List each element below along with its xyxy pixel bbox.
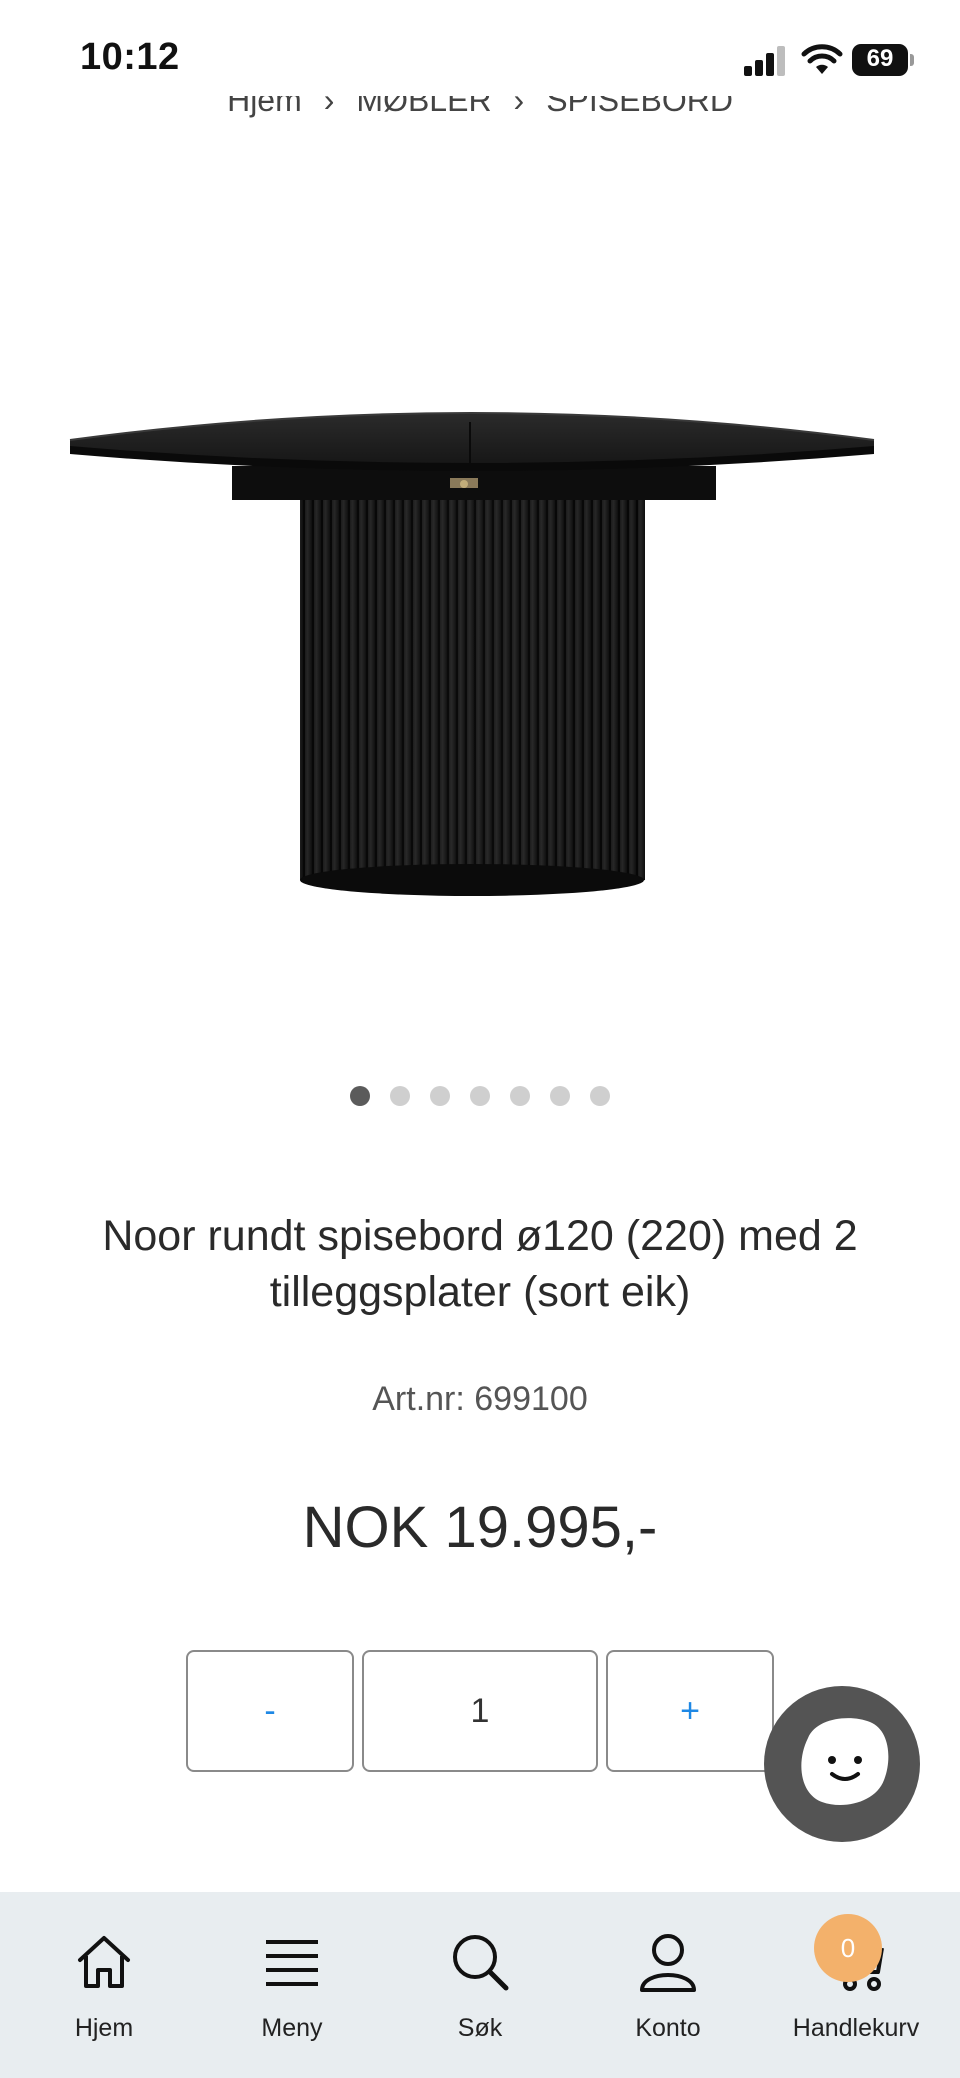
carousel-dot[interactable] [430,1086,450,1106]
status-time: 10:12 [80,36,180,78]
carousel-dot[interactable] [590,1086,610,1106]
chat-smiley-icon [801,1718,889,1806]
bottom-navigation: Hjem Meny Søk Konto Handlekurv [0,1892,960,2078]
breadcrumb: Hjem › MØBLER › SPISEBORD [0,96,960,132]
chevron-right-icon: › [323,96,335,118]
carousel-dot[interactable] [550,1086,570,1106]
nav-label-search: Søk [457,2014,503,2042]
nav-label-account: Konto [635,2014,701,2042]
carousel-dot[interactable] [470,1086,490,1106]
product-title-line-1: Noor rundt spisebord ø120 (220) med 2 [102,1212,858,1260]
product-title: Noor rundt spisebord ø120 (220) med 2 ti… [60,1208,900,1320]
nav-item-search[interactable]: Søk [384,1892,576,2078]
quantity-decrease-button[interactable]: - [186,1650,354,1772]
carousel-dot[interactable] [510,1086,530,1106]
breadcrumb-subcategory[interactable]: SPISEBORD [546,96,733,119]
search-icon [453,1935,509,1991]
cellular-signal-icon [744,46,788,76]
user-icon [640,1934,696,1992]
image-carousel-dots [0,1086,960,1110]
product-price: NOK 19.995,- [302,1495,658,1560]
breadcrumb-home[interactable]: Hjem [227,96,302,119]
product-title-line-2: tilleggsplater (sort eik) [269,1268,691,1316]
product-sku: Art.nr: 699100 [372,1380,588,1418]
product-image[interactable] [60,400,880,920]
wifi-icon [800,42,844,76]
chevron-right-icon: › [513,96,525,118]
quantity-increase-button[interactable]: + [606,1650,774,1772]
nav-label-home: Hjem [74,2014,134,2042]
nav-item-home[interactable]: Hjem [8,1892,200,2078]
battery-level: 69 [866,45,894,72]
nav-label-cart: Handlekurv [792,2014,920,2042]
nav-item-menu[interactable]: Meny [196,1892,388,2078]
quantity-input[interactable]: 1 [362,1650,598,1772]
breadcrumb-category[interactable]: MØBLER [356,96,491,119]
chat-button[interactable] [764,1686,920,1842]
carousel-dot[interactable] [350,1086,370,1106]
product-page: 10:12 69 Hjem › MØBLER › SPISEBORD Noor … [0,0,960,2078]
cart-count-badge: 0 [814,1914,882,1982]
menu-icon [266,1940,318,1986]
nav-item-account[interactable]: Konto [572,1892,764,2078]
nav-label-menu: Meny [261,2014,323,2042]
carousel-dot[interactable] [390,1086,410,1106]
battery-icon: 69 [852,44,914,76]
home-icon [78,1936,130,1988]
